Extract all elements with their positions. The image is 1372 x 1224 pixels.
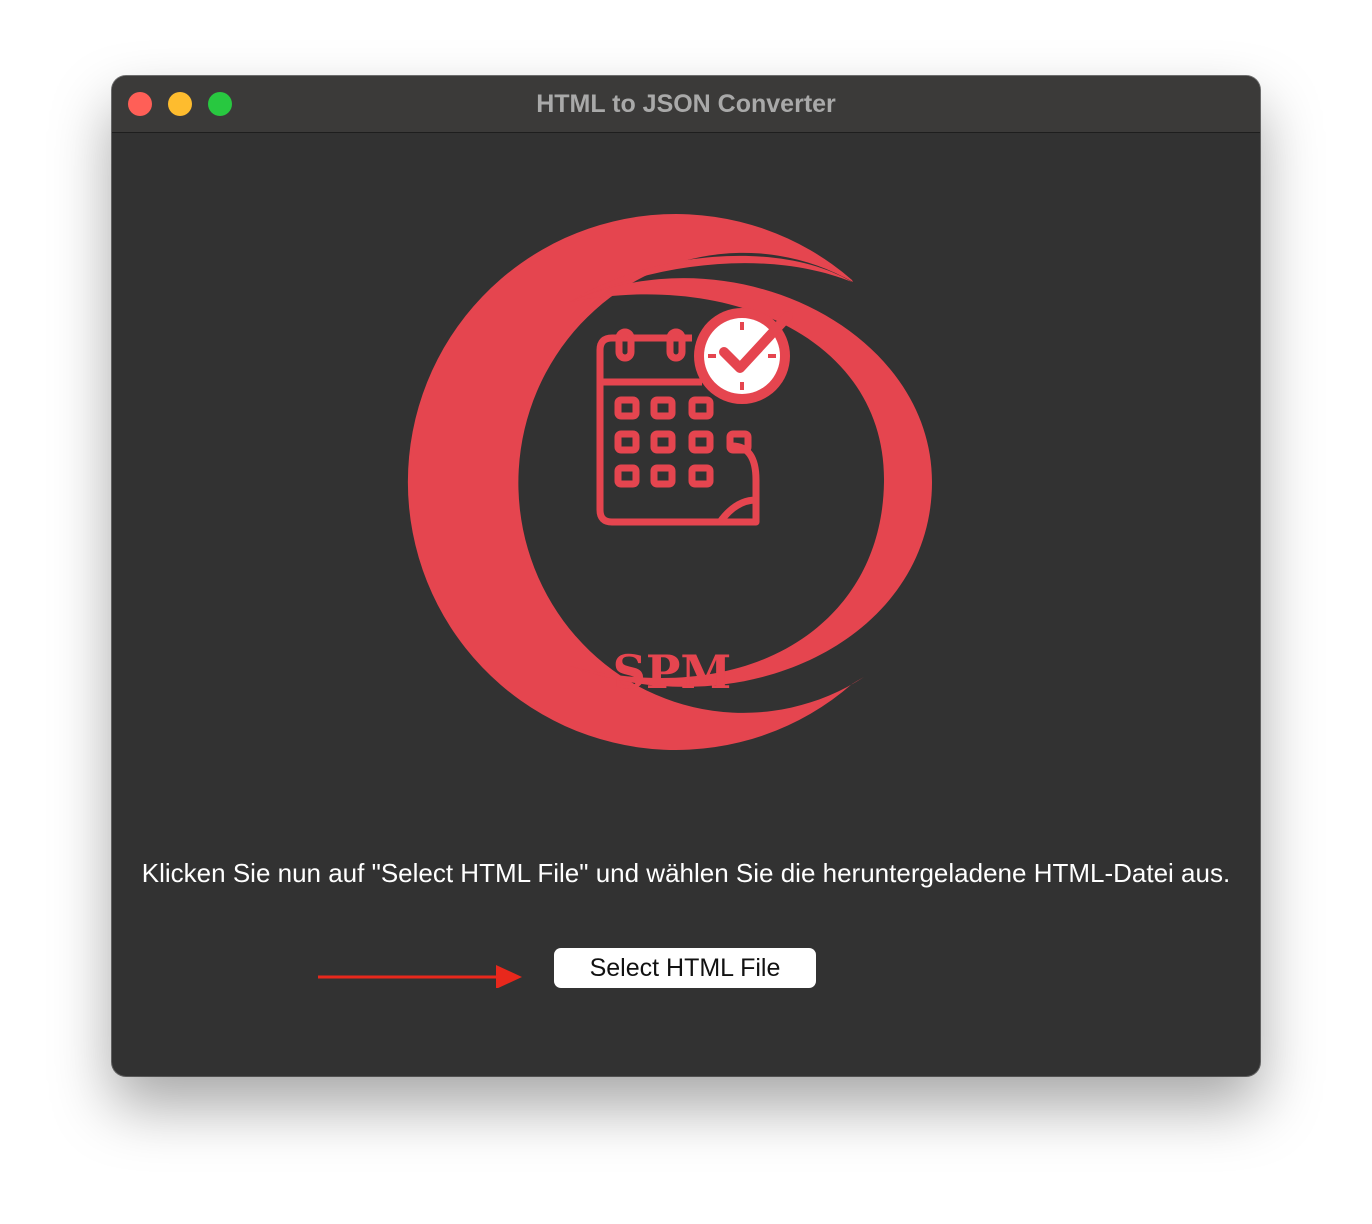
instruction-text: Klicken Sie nun auf "Select HTML File" u… [141,858,1231,888]
select-html-file-button[interactable]: Select HTML File [554,948,816,988]
app-window: HTML to JSON Converter SPM Klicken Sie n… [112,76,1260,1076]
title-bar: HTML to JSON Converter [112,76,1260,133]
window-title: HTML to JSON Converter [536,90,836,118]
logo-text: SPM [613,645,732,699]
spm-logo-icon: SPM [407,214,932,750]
red-arrow-icon [318,965,522,988]
